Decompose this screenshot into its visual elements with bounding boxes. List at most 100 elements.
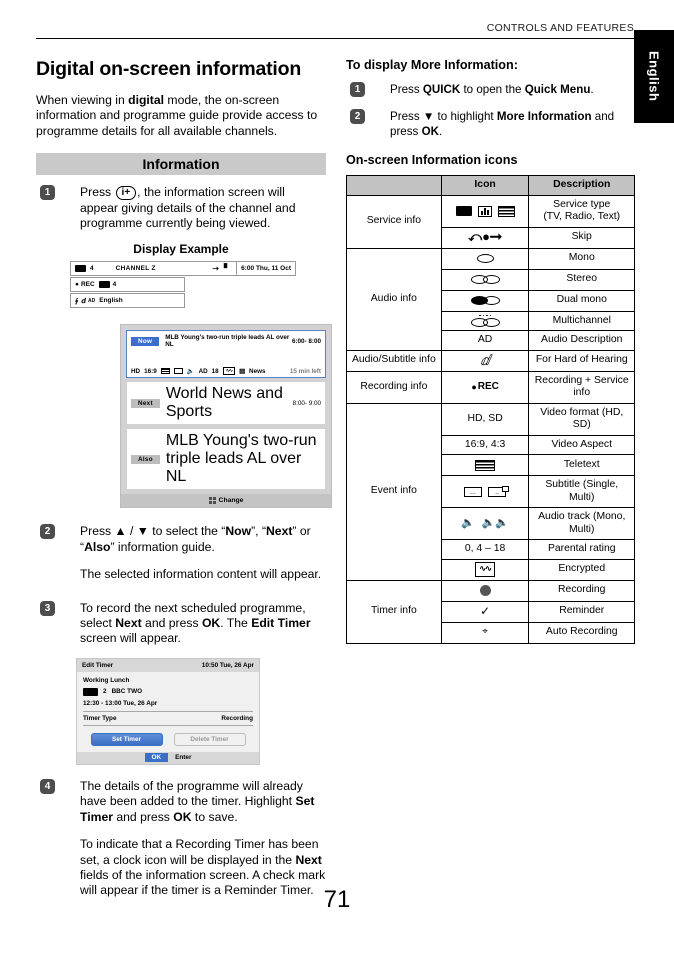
subtitle-multi-icon: ..	[488, 485, 510, 497]
edit-timer-body: Working Lunch 2 BBC TWO 12:30 - 13:00 Tu…	[77, 672, 259, 746]
icon-text: 0, 4 – 18	[464, 543, 506, 555]
icon-text: AD	[477, 334, 493, 346]
table-cell-description: Video format (HD, SD)	[528, 402, 635, 436]
step-text: Press ▼ to highlight More Information an…	[390, 110, 615, 138]
guide-also-panel[interactable]: Also MLB Young's two-run triple leads AL…	[126, 428, 326, 491]
icon-text: HD, SD	[467, 412, 503, 424]
rec-label: REC	[80, 281, 95, 289]
edit-timer-schedule: 12:30 - 13:00 Tue, 26 Apr	[83, 700, 253, 707]
left-column: Digital on-screen information When viewi…	[36, 58, 332, 910]
skip-icon: ➝	[212, 264, 219, 274]
stereo-icon	[470, 275, 500, 284]
delete-timer-button[interactable]: Delete Timer	[173, 732, 246, 746]
icons-table-heading: On-screen Information icons	[346, 153, 518, 167]
table-cell-icon	[440, 454, 530, 477]
guide-now-panel[interactable]: Now MLB Young's two-run triple leads AL …	[126, 330, 326, 379]
col-icon: Icon	[440, 175, 530, 196]
right-column: To display More Information: 1 Press QUI…	[346, 58, 636, 644]
step-number: 4	[40, 778, 55, 794]
divider	[83, 710, 253, 712]
page-title: Digital on-screen information	[36, 58, 302, 80]
table-cell-description: Reminder	[528, 600, 635, 623]
auto-recording-icon: ⌖	[482, 626, 488, 638]
table-cell-description: Subtitle (Single, Multi)	[528, 475, 635, 509]
hd-label: HD	[131, 367, 141, 375]
table-cell-icon	[440, 268, 530, 291]
right-step-1: 1 Press QUICK to open the Quick Menu.	[346, 82, 636, 97]
table-cell-icon	[440, 194, 530, 228]
display-row-audio: ∮ ⅆ AD English	[70, 293, 185, 309]
guide-next-tag: Next	[131, 398, 160, 408]
step-1: 1 Press i+, the information screen will …	[36, 185, 326, 231]
rec-dot-icon: ●	[75, 281, 79, 289]
radio-icon	[477, 205, 492, 217]
step-number: 1	[40, 185, 55, 201]
timer-type-value: Recording	[221, 714, 253, 722]
schedule-text: 12:30 - 13:00 Tue, 26 Apr	[83, 699, 158, 707]
table-cell-icon: ✓	[440, 600, 530, 623]
step-number: 2	[40, 524, 55, 540]
programme-name: Working Lunch	[83, 676, 130, 684]
table-cell-description: Mono	[528, 247, 635, 270]
table-cell-category: Audio info	[346, 247, 442, 351]
table-cell-icon: ⌖	[440, 621, 530, 644]
set-timer-button[interactable]: Set Timer	[90, 732, 163, 746]
col-description: Description	[528, 175, 635, 196]
table-cell-icon: 16:9, 4:3	[440, 434, 530, 456]
edit-timer-clock: 10:50 Tue, 26 Apr	[201, 661, 254, 669]
step-2: 2 Press ▲ / ▼ to select the “Now”, “Next…	[36, 524, 326, 582]
table-cell-category: Recording info	[346, 370, 442, 404]
guide-now-time: 6:00- 8:00	[291, 337, 321, 345]
guide-next-panel[interactable]: Next World News and Sports 8:00- 9:00	[126, 381, 326, 426]
subtitle-single-icon: ...	[464, 486, 483, 497]
channel-number: 4	[90, 265, 94, 273]
manual-page: CONTROLS AND FEATURES English Digital on…	[0, 0, 674, 954]
multichannel-icon	[446, 314, 525, 328]
language-tab-label: English	[646, 51, 662, 102]
guide-now-title: MLB Young's two-run triple leads AL over…	[165, 334, 290, 349]
step-3: 3 To record the next scheduled programme…	[36, 600, 326, 647]
edit-timer-title: Edit Timer	[82, 661, 114, 669]
table-cell-description: Audio track (Mono, Multi)	[528, 507, 635, 541]
guide-next-time: 8:00- 9:00	[292, 399, 321, 407]
running-head: CONTROLS AND FEATURES	[486, 22, 634, 34]
table-row: Recording info ● REC Recording + Service in…	[346, 370, 635, 404]
table-cell-description: Auto Recording	[528, 621, 635, 644]
table-cell-icon	[440, 310, 530, 332]
audio-track-icon: 🔈	[186, 368, 195, 376]
edit-timer-footer: OK Enter	[77, 751, 259, 764]
guide-footer-label: Change	[218, 497, 244, 505]
table-cell-description: For Hard of Hearing	[528, 349, 635, 372]
table-cell-icon	[440, 579, 530, 602]
tv-service-icon	[75, 265, 86, 273]
subtitle-icon	[173, 368, 183, 375]
step-number: 1	[350, 82, 365, 97]
table-row: Event info HD, SD Video format (HD, SD)	[346, 402, 635, 581]
icon-text: 16:9, 4:3	[464, 438, 506, 450]
display-row-channel: 4 CHANNEL Z ➝ ▘ 6:00 Thu, 11 Oct	[70, 261, 296, 277]
edit-timer-programme: Working Lunch	[83, 677, 253, 684]
edit-timer-type-row[interactable]: Timer Type Recording	[83, 715, 253, 722]
display-example-mock: 4 CHANNEL Z ➝ ▘ 6:00 Thu, 11 Oct ● REC 4…	[70, 261, 296, 309]
recording-clock-icon	[479, 585, 491, 597]
ad-label: AD	[88, 297, 96, 304]
edit-timer-mock: Edit Timer 10:50 Tue, 26 Apr Working Lun…	[76, 657, 260, 765]
encrypted-icon: ∿∿	[222, 367, 236, 376]
table-cell-category: Event info	[346, 402, 442, 581]
edit-timer-channel: 2 BBC TWO	[83, 687, 253, 696]
table-cell-description: Dual mono	[528, 289, 635, 312]
tv-service-icon	[83, 687, 98, 696]
edit-timer-header: Edit Timer 10:50 Tue, 26 Apr	[77, 658, 259, 672]
display-clock: 6:00 Thu, 11 Oct	[236, 262, 295, 276]
guide-time-left: 15 min left	[289, 367, 321, 375]
encrypted-icon: ∿∿	[475, 562, 495, 577]
table-row: Service info Service type (TV, Radio, Text…	[346, 194, 635, 249]
rec-channel-number: 4	[112, 281, 117, 289]
edit-timer-buttons: Set Timer Delete Timer	[83, 732, 253, 746]
table-row: Timer info Recording	[346, 579, 635, 644]
stereo-icon: ∮	[75, 297, 79, 305]
table-cell-description: Audio Description	[528, 330, 635, 351]
skip-icon: ⤺●➞	[468, 229, 502, 245]
reminder-check-icon: ✓	[480, 604, 491, 619]
table-cell-description: Recording	[528, 579, 635, 602]
